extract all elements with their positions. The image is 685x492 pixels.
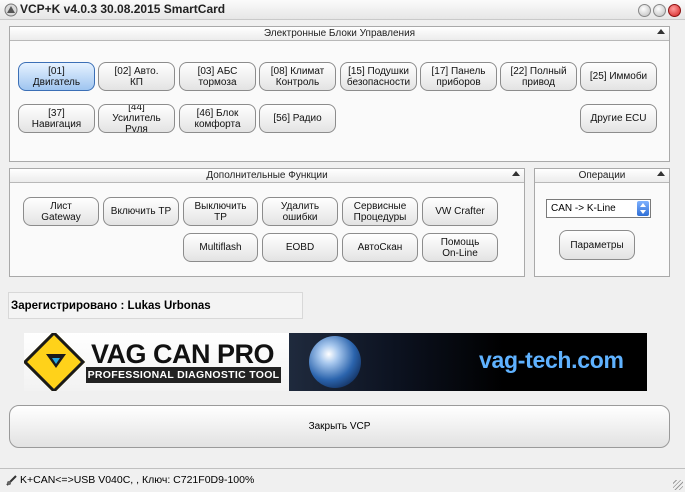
close-vcp-button[interactable]: Закрыть VCP bbox=[9, 405, 670, 448]
interface-mode-select[interactable]: CAN -> K-Line bbox=[546, 199, 651, 218]
clear-errors-button[interactable]: Удалить ошибки bbox=[262, 197, 338, 226]
operations-panel-title: Операции bbox=[578, 170, 626, 181]
ecu-button-56-radio[interactable]: [56] Радио bbox=[259, 104, 336, 133]
collapse-icon[interactable] bbox=[657, 29, 665, 34]
vw-crafter-button[interactable]: VW Crafter bbox=[422, 197, 498, 226]
ecu-panel-header: Электронные Блоки Управления bbox=[10, 27, 669, 41]
ecu-button-02-gearbox[interactable]: [02] Авто. КП bbox=[98, 62, 175, 91]
operations-panel-header: Операции bbox=[535, 169, 669, 183]
website-text: vag-tech.com bbox=[479, 347, 624, 373]
gateway-list-button[interactable]: Лист Gateway bbox=[23, 197, 99, 226]
ecu-button-46-comfort[interactable]: [46] Блок комфорта bbox=[179, 104, 256, 133]
other-ecu-button[interactable]: Другие ECU bbox=[580, 104, 657, 133]
enable-tp-button[interactable]: Включить ТР bbox=[103, 197, 179, 226]
connection-icon bbox=[6, 475, 17, 486]
ecu-button-25-immobilizer[interactable]: [25] Иммоби bbox=[580, 62, 657, 91]
globe-icon bbox=[309, 336, 361, 388]
maximize-button[interactable] bbox=[653, 4, 666, 17]
parameters-button[interactable]: Параметры bbox=[559, 230, 635, 260]
collapse-icon[interactable] bbox=[657, 171, 665, 176]
multiflash-button[interactable]: Multiflash bbox=[183, 233, 258, 262]
title-bar: VCP+K v4.0.3 30.08.2015 SmartCard bbox=[0, 0, 685, 20]
eobd-button[interactable]: EOBD bbox=[262, 233, 338, 262]
interface-mode-value: CAN -> K-Line bbox=[551, 203, 616, 214]
status-text: K+CAN<=>USB V040C, , Ключ: C721F0D9-100% bbox=[20, 474, 255, 486]
functions-panel-title: Дополнительные Функции bbox=[206, 170, 328, 181]
brand-name: VAG CAN PRO bbox=[91, 339, 275, 369]
status-bar: K+CAN<=>USB V040C, , Ключ: C721F0D9-100% bbox=[0, 468, 685, 492]
ecu-button-37-navigation[interactable]: [37] Навигация bbox=[18, 104, 95, 133]
resize-grip-icon[interactable] bbox=[673, 480, 683, 490]
vag-can-pro-banner: VAG CAN PRO PROFESSIONAL DIAGNOSTIC TOOL… bbox=[24, 333, 647, 391]
close-vcp-label: Закрыть VCP bbox=[308, 421, 371, 432]
ecu-button-44-steering[interactable]: [44] Усилитель Руля bbox=[98, 104, 175, 133]
collapse-icon[interactable] bbox=[512, 171, 520, 176]
ecu-button-22-awd[interactable]: [22] Полный привод bbox=[500, 62, 577, 91]
operations-panel: Операции bbox=[534, 168, 670, 277]
registration-text: Зарегистрировано : Lukas Urbonas bbox=[11, 300, 211, 312]
banner-dark-area: vag-tech.com bbox=[289, 333, 647, 391]
disable-tp-button[interactable]: Выключить ТР bbox=[183, 197, 258, 226]
ecu-button-03-abs[interactable]: [03] АБС тормоза bbox=[179, 62, 256, 91]
ecu-panel-title: Электронные Блоки Управления bbox=[263, 28, 416, 39]
service-procedures-button[interactable]: Сервисные Процедуры bbox=[342, 197, 418, 226]
ecu-button-17-instruments[interactable]: [17] Панель приборов bbox=[420, 62, 497, 91]
brand-subtitle: PROFESSIONAL DIAGNOSTIC TOOL bbox=[86, 367, 281, 383]
banner-logo-area: VAG CAN PRO PROFESSIONAL DIAGNOSTIC TOOL bbox=[24, 333, 289, 391]
ecu-button-01-engine[interactable]: [01] Двигатель bbox=[18, 62, 95, 91]
minimize-button[interactable] bbox=[638, 4, 651, 17]
registration-box: Зарегистрировано : Lukas Urbonas bbox=[8, 292, 303, 319]
ecu-button-15-airbags[interactable]: [15] Подушки безопасности bbox=[340, 62, 417, 91]
functions-panel-header: Дополнительные Функции bbox=[10, 169, 524, 183]
autoscan-button[interactable]: АвтоСкан bbox=[342, 233, 418, 262]
window-title: VCP+K v4.0.3 30.08.2015 SmartCard bbox=[20, 2, 226, 16]
spinner-arrows-icon[interactable] bbox=[637, 201, 649, 216]
ecu-button-08-climate[interactable]: [08] Климат Контроль bbox=[259, 62, 336, 91]
logo-arrow-accent-icon bbox=[52, 358, 60, 364]
online-help-button[interactable]: Помощь On-Line bbox=[422, 233, 498, 262]
app-icon bbox=[4, 3, 18, 17]
ecu-panel: Электронные Блоки Управления bbox=[9, 26, 670, 162]
close-window-button[interactable] bbox=[668, 4, 681, 17]
